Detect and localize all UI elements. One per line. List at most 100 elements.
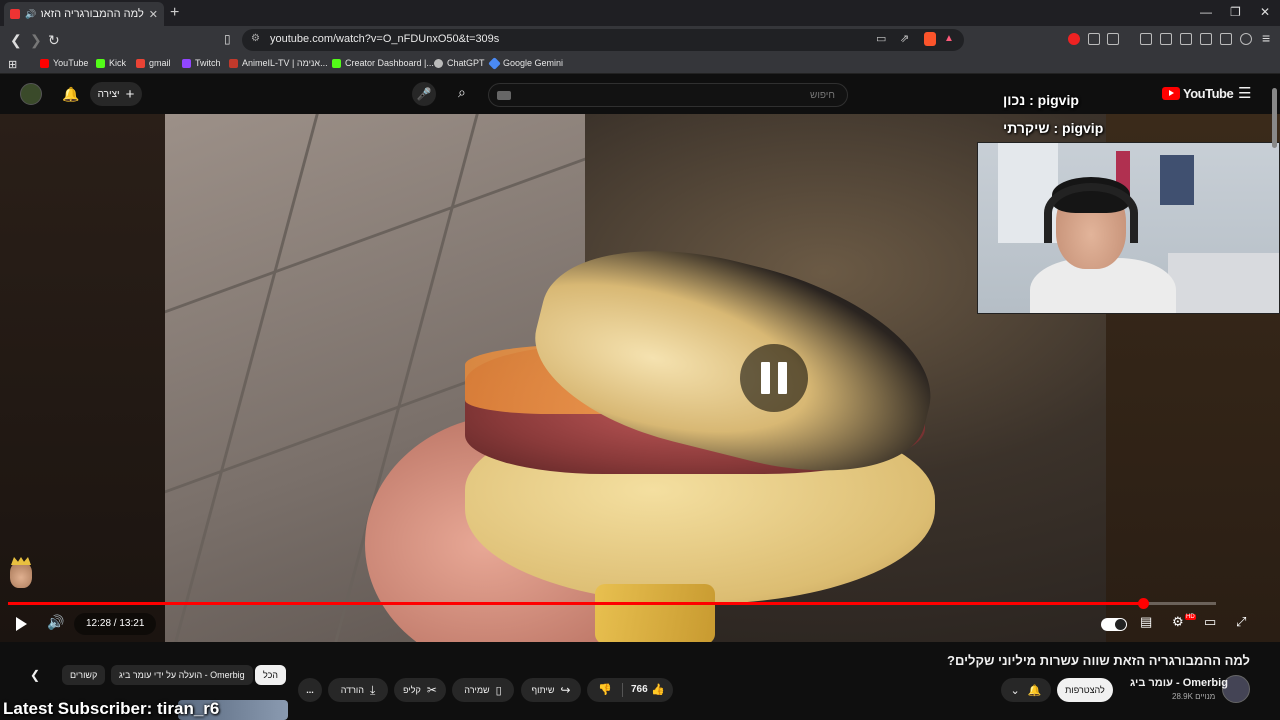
create-button[interactable]: יצירה +	[90, 82, 142, 106]
apps-icon[interactable]: ⊞	[8, 58, 17, 71]
search-input[interactable]	[489, 84, 847, 106]
cast-icon[interactable]: ▭	[876, 32, 886, 45]
progress-bar[interactable]	[8, 598, 1216, 609]
forward-icon[interactable]: ❯	[30, 32, 42, 49]
chip-related[interactable]: קשורים	[62, 665, 106, 685]
voice-search-mic-icon[interactable]: 🎤	[412, 82, 436, 106]
settings-gear-icon[interactable]: ⚙	[1172, 614, 1184, 630]
extension-red-icon[interactable]	[1068, 33, 1080, 45]
bookmark-gmail[interactable]: gmail	[136, 58, 171, 68]
download-arrow-icon: ⤓	[369, 682, 376, 697]
chip-uploaded-by[interactable]: הועלה על ידי עומר ביג - Omerbig	[111, 665, 253, 685]
more-actions-button[interactable]: ...	[298, 678, 322, 702]
animeil-icon	[229, 58, 238, 68]
browser-tab-bar: 🔊 למה ההמבורגריה הזאת שווה ✕ + — ❐ ✕	[0, 0, 1280, 26]
chevron-down-icon: ⌄	[1010, 684, 1020, 697]
close-tab-icon[interactable]: ✕	[149, 8, 158, 21]
pause-overlay-icon[interactable]	[740, 344, 808, 412]
join-button[interactable]: להצטרפות	[1057, 678, 1113, 702]
bookmarks-bar: ⊞ YouTube Kick gmail Twitch AnimeIL-TV |…	[0, 54, 1280, 74]
save-bookmark-icon: ▯	[495, 684, 502, 697]
fullscreen-icon[interactable]: ⤢	[1236, 614, 1246, 630]
account-avatar[interactable]	[20, 83, 42, 105]
wallet-icon[interactable]	[1200, 33, 1212, 45]
close-window-icon[interactable]: ✕	[1260, 5, 1270, 19]
bookmark-animeil[interactable]: AnimeIL-TV | אנימה...	[229, 58, 328, 68]
streamer-webcam	[977, 142, 1280, 314]
search-icon[interactable]: ⌕	[458, 84, 466, 101]
webcam-bed	[1168, 253, 1279, 313]
bookmark-youtube[interactable]: YouTube	[40, 58, 88, 68]
share-button[interactable]: שיתוף ↪	[521, 678, 581, 702]
bookmark-gemini[interactable]: Google Gemini	[488, 56, 563, 70]
url-text: youtube.com/watch?v=O_nFDUnxO50&t=309s	[270, 33, 500, 45]
save-button[interactable]: שמירה ▯	[452, 678, 514, 702]
like-icon[interactable]: 👍	[651, 683, 665, 696]
clip-button[interactable]: קליפ ✂	[394, 678, 446, 702]
menu-icon[interactable]: ≡	[1262, 30, 1270, 46]
bookmark-chatgpt[interactable]: ChatGPT	[434, 58, 485, 68]
chat-overlay-line-1: נכון : pigvip	[1003, 92, 1079, 108]
headset-icon	[1044, 183, 1138, 243]
video-frame[interactable]	[165, 114, 1106, 642]
vpn-icon[interactable]	[1240, 33, 1252, 45]
hamburger-menu-icon[interactable]: ☰	[1238, 84, 1251, 102]
bookmark-twitch[interactable]: Twitch	[182, 58, 221, 68]
reload-icon[interactable]: ↻	[48, 32, 60, 49]
page-scrollbar[interactable]	[1272, 88, 1277, 148]
minimize-icon[interactable]: —	[1200, 5, 1212, 19]
like-count: 766	[631, 684, 648, 695]
bookmark-creator-dashboard[interactable]: Creator Dashboard |...	[332, 58, 434, 68]
gemini-icon	[488, 56, 501, 70]
address-bar-row: ❮ ❯ ↻ ▯ ⚙ youtube.com/watch?v=O_nFDUnxO5…	[0, 26, 1280, 54]
video-title: למה ההמבורגריה הזאת שווה עשרות מיליוני ש…	[947, 653, 1250, 668]
youtube-favicon-icon	[10, 9, 20, 19]
rewards-icon[interactable]: ▲	[944, 33, 954, 44]
webcam-poster	[1160, 155, 1194, 205]
theater-mode-icon[interactable]: ▭	[1204, 614, 1216, 630]
youtube-logo[interactable]: YouTube	[1162, 86, 1234, 101]
sidebar-icon[interactable]	[1180, 33, 1192, 45]
scrubber-handle[interactable]	[1138, 598, 1150, 609]
notifications-bell-icon[interactable]: 🔔	[62, 86, 79, 103]
search-field[interactable]	[488, 83, 848, 107]
chatgpt-icon	[434, 58, 443, 68]
autoplay-toggle[interactable]	[1101, 618, 1127, 631]
play-icon[interactable]	[14, 616, 28, 632]
music-icon[interactable]	[1160, 33, 1172, 45]
browser-tab[interactable]: 🔊 למה ההמבורגריה הזאת שווה ✕	[4, 2, 164, 26]
dislike-icon[interactable]: 👎	[598, 683, 612, 696]
url-field[interactable]: ⚙ youtube.com/watch?v=O_nFDUnxO50&t=309s…	[242, 29, 964, 51]
leo-ai-icon[interactable]	[1220, 33, 1232, 45]
subtitles-icon[interactable]: ▤	[1140, 614, 1152, 630]
latest-subscriber-overlay: Latest Subscriber: tiran_r6	[3, 699, 220, 718]
back-icon[interactable]: ❮	[10, 32, 22, 49]
extension-puzzle-icon[interactable]	[1088, 33, 1100, 45]
download-icon[interactable]	[1140, 33, 1152, 45]
bookmark-icon[interactable]: ▯	[224, 32, 231, 46]
chip-all[interactable]: הכל	[255, 665, 287, 685]
subscriber-count: 28.9K מנויים	[1172, 692, 1216, 701]
tab-title: למה ההמבורגריה הזאת שווה	[41, 8, 144, 20]
progress-fill	[8, 602, 1144, 605]
restore-icon[interactable]: ❐	[1230, 5, 1241, 19]
speaker-icon[interactable]: 🔊	[25, 9, 36, 20]
download-button[interactable]: הורדה ⤓	[328, 678, 388, 702]
keyboard-icon[interactable]	[497, 91, 511, 100]
youtube-play-icon	[1162, 87, 1180, 100]
video-player[interactable]: 🔊 12:28 / 13:21 ▤ ⚙ HD ▭ ⤢	[0, 114, 1280, 642]
extension-grid-icon[interactable]	[1107, 33, 1119, 45]
new-tab-button[interactable]: +	[170, 4, 179, 22]
chips-back-arrow-icon[interactable]: ❮	[30, 668, 40, 682]
site-info-icon[interactable]: ⚙	[251, 33, 260, 44]
subscription-bell-button[interactable]: ⌄ 🔔	[1001, 678, 1051, 702]
plus-icon: +	[125, 85, 135, 103]
brave-shield-icon[interactable]	[924, 32, 936, 46]
bookmark-kick[interactable]: Kick	[96, 58, 126, 68]
time-display: 12:28 / 13:21	[74, 613, 157, 635]
hd-badge: HD	[1185, 614, 1196, 620]
share-icon[interactable]: ⇗	[900, 32, 909, 45]
channel-name[interactable]: עומר ביג - Omerbig	[1130, 677, 1228, 689]
gmail-icon	[136, 58, 145, 68]
volume-icon[interactable]: 🔊	[47, 614, 64, 631]
